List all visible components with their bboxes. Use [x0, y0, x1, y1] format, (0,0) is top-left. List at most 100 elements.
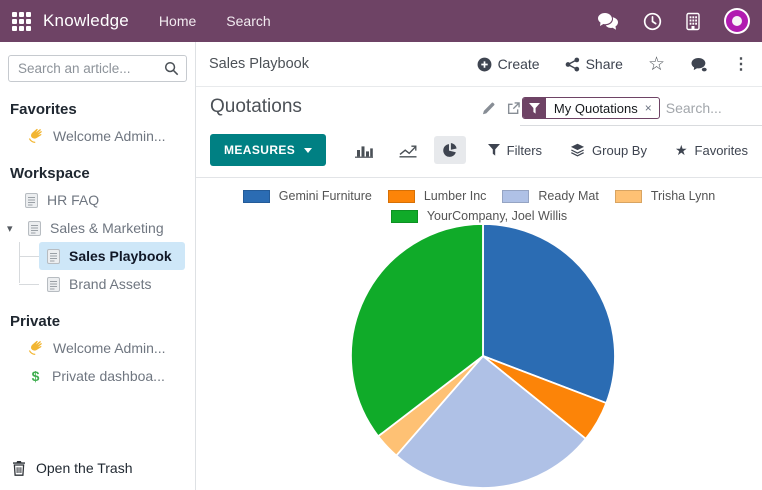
pie-chart-button[interactable] [434, 136, 466, 164]
group-by-label: Group By [592, 143, 647, 158]
document-icon [25, 193, 38, 208]
share-label: Share [586, 56, 623, 72]
legend-label: Trisha Lynn [651, 189, 715, 203]
caret-down-icon [304, 148, 312, 153]
article-label: Welcome Admin... [53, 128, 166, 144]
favorites-button[interactable]: ★ Favorites [675, 143, 748, 158]
share-button[interactable]: Share [565, 56, 623, 72]
legend-label: Gemini Furniture [279, 189, 372, 203]
embedded-view-header: Quotations My Quotations × [196, 87, 762, 126]
legend-item[interactable]: Lumber Inc [388, 189, 487, 203]
legend-swatch [391, 210, 418, 223]
funnel-icon [523, 98, 546, 118]
section-favorites: Favorites [10, 101, 185, 118]
chart-controls: MEASURES [196, 126, 762, 178]
document-icon [47, 249, 60, 264]
star-icon: ★ [675, 143, 688, 157]
measures-button[interactable]: MEASURES [210, 134, 326, 166]
menu-search[interactable]: Search [226, 13, 270, 29]
trash-icon [12, 461, 26, 476]
view-search-input[interactable] [666, 100, 762, 116]
document-icon [28, 221, 41, 236]
search-view: My Quotations × [520, 96, 762, 126]
legend-item[interactable]: Ready Mat [502, 189, 598, 203]
legend-item[interactable]: Trisha Lynn [615, 189, 715, 203]
external-link-icon[interactable] [507, 102, 520, 115]
activities-clock-icon[interactable] [643, 12, 662, 31]
legend-label: YourCompany, Joel Willis [427, 209, 567, 223]
bar-chart-button[interactable] [346, 136, 382, 164]
document-icon [47, 277, 60, 292]
group-by-button[interactable]: Group By [570, 143, 647, 158]
article-label: Brand Assets [69, 276, 152, 292]
facet-label: My Quotations [546, 101, 642, 116]
filter-facet[interactable]: My Quotations × [522, 97, 660, 119]
line-chart-button[interactable] [390, 136, 426, 164]
breadcrumb-bar: Sales Playbook Create Share ☆ [196, 42, 762, 87]
building-icon[interactable] [686, 12, 700, 31]
share-icon [565, 57, 580, 72]
article-label: Sales Playbook [69, 248, 172, 264]
article-label: Welcome Admin... [53, 340, 166, 356]
favorites-label: Favorites [695, 143, 748, 158]
view-title: Quotations [210, 96, 302, 118]
legend-label: Lumber Inc [424, 189, 487, 203]
legend-swatch [502, 190, 529, 203]
favorite-star-icon[interactable]: ☆ [648, 55, 665, 74]
legend-label: Ready Mat [538, 189, 598, 203]
messages-icon[interactable] [597, 12, 619, 30]
sidebar-item-hr-faq[interactable]: HR FAQ [0, 186, 195, 214]
section-workspace: Workspace [10, 165, 185, 182]
legend-item[interactable]: Gemini Furniture [243, 189, 372, 203]
user-avatar[interactable] [724, 8, 750, 34]
article-label: Private dashboa... [52, 368, 165, 384]
knowledge-app: Knowledge Home Search [0, 0, 762, 490]
legend-item[interactable]: YourCompany, Joel Willis [391, 209, 567, 223]
sidebar-item-welcome-favorite[interactable]: Welcome Admin... [0, 122, 195, 150]
legend-swatch [243, 190, 270, 203]
article-label: HR FAQ [47, 192, 99, 208]
pie-chart [196, 223, 762, 490]
article-search-input[interactable] [8, 55, 187, 82]
legend-swatch [388, 190, 415, 203]
tree-connector [19, 256, 39, 257]
plus-circle-icon [477, 57, 492, 72]
open-trash-button[interactable]: Open the Trash [0, 448, 195, 490]
article-label: Sales & Marketing [50, 220, 164, 236]
measures-label: MEASURES [224, 143, 295, 157]
menu-home[interactable]: Home [159, 13, 196, 29]
apps-grid-icon[interactable] [12, 12, 31, 31]
kebab-menu-icon[interactable]: ⋮ [733, 54, 749, 74]
knowledge-sidebar: Favorites Welcome Admin... Workspace HR … [0, 42, 196, 490]
sidebar-item-sales-marketing[interactable]: ▾ Sales & Marketing [0, 214, 195, 242]
edit-pencil-icon[interactable] [482, 102, 495, 115]
open-trash-label: Open the Trash [36, 460, 133, 476]
section-private: Private [10, 313, 185, 330]
top-navbar: Knowledge Home Search [0, 0, 762, 42]
sidebar-item-sales-playbook[interactable]: Sales Playbook [39, 242, 185, 270]
chevron-down-icon[interactable]: ▾ [7, 222, 19, 235]
funnel-icon [488, 144, 500, 156]
filters-button[interactable]: Filters [488, 143, 542, 158]
sidebar-item-welcome-private[interactable]: Welcome Admin... [0, 334, 195, 362]
sidebar-item-private-dashboard[interactable]: $ Private dashboa... [0, 362, 195, 390]
tree-connector [19, 284, 39, 285]
app-title[interactable]: Knowledge [43, 11, 129, 31]
legend-swatch [615, 190, 642, 203]
layers-icon [570, 143, 585, 157]
breadcrumb[interactable]: Sales Playbook [209, 56, 309, 72]
sidebar-item-brand-assets[interactable]: Brand Assets [39, 270, 185, 298]
pie-chart-area [196, 223, 762, 490]
article-main: Sales Playbook Create Share ☆ [196, 42, 762, 490]
chatter-icon[interactable] [690, 57, 708, 72]
filters-label: Filters [507, 143, 542, 158]
search-icon [164, 61, 179, 81]
chart-legend: Gemini Furniture Lumber Inc Ready Mat Trish… [205, 189, 753, 223]
dollar-icon: $ [28, 368, 43, 384]
create-label: Create [498, 56, 540, 72]
article-tree: Sales Playbook Brand Assets [19, 242, 195, 298]
create-button[interactable]: Create [477, 56, 540, 72]
facet-remove-icon[interactable]: × [642, 101, 659, 115]
wave-hand-icon [28, 128, 44, 144]
wave-hand-icon [28, 340, 44, 356]
